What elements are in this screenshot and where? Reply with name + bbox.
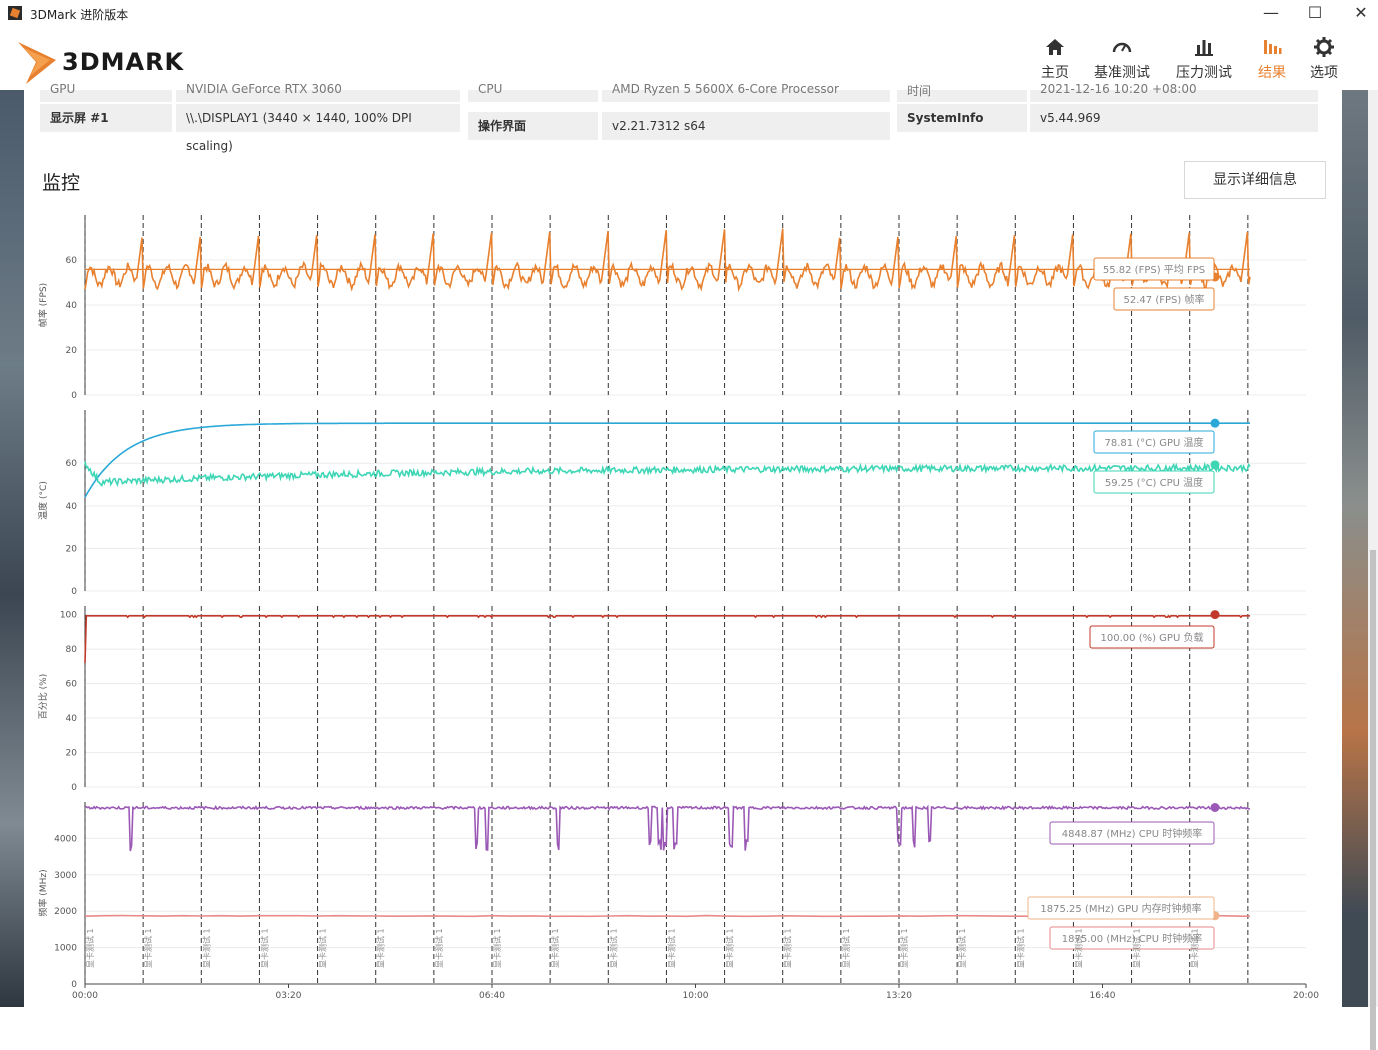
app-icon [8,6,22,20]
avg-fps-label: 55.82 (FPS) 平均 FPS [1103,264,1205,276]
chart-panel-3: 0 20 40 60 80 100 百分比 (%) 100.00 (%) GPU 负载 [37,606,1306,793]
y-axis-label: 频率 (MHz) [37,869,49,916]
x-tick-label: 13:20 [886,991,912,1001]
y-tick-label: 0 [71,391,77,401]
y-tick-label: 60 [66,256,78,266]
y-tick-label: 20 [66,544,78,554]
y-tick-label: 20 [66,346,78,356]
scrollbar[interactable] [1368,90,1378,1050]
loop-label: 显卡测试 1 [376,928,386,968]
maximize-button[interactable]: ☐ [1300,4,1330,24]
y-tick-label: 4000 [54,834,77,844]
loop-label: 显卡测试 1 [841,928,851,968]
x-tick-label: 03:20 [276,991,302,1001]
y-tick-label: 0 [71,783,77,793]
speedometer-icon [1112,42,1132,53]
x-tick-label: 10:00 [683,991,709,1001]
loop-label: 显卡测试 1 [434,928,444,968]
loop-label: 显卡测试 1 [899,928,909,968]
scrollbar-thumb[interactable] [1370,550,1376,1050]
y-axis-label: 温度 (°C) [37,481,49,520]
series-end-marker [1210,610,1220,620]
y-tick-label: 60 [66,459,78,469]
series-end-marker [1210,460,1220,470]
nav-home-label: 主页 [1041,65,1069,81]
gpu-temp-label: 78.81 (°C) GPU 温度 [1104,436,1203,449]
chart-panel-4: 0 1000 2000 3000 4000 频率 (MHz) 4848.87 (MHz) C… [37,802,1306,990]
nav-home[interactable]: 主页 [1032,36,1078,86]
nav-results[interactable]: 结果 [1252,36,1292,86]
logo-text: 3DMARK [62,48,185,76]
close-button[interactable]: ✕ [1346,4,1376,24]
series-end-marker [1210,803,1220,813]
results-panel: GPU NVIDIA GeForce RTX 3060 CPU AMD Ryze… [24,82,1342,1007]
bar-chart-icon [1195,40,1213,56]
fps-label: 52.47 (FPS) 帧率 [1124,293,1205,306]
series-end-marker [1210,418,1220,428]
fps-line [84,228,1251,293]
gpu-mem-clock-label: 1875.25 (MHz) GPU 内存时钟频率 [1040,902,1201,915]
y-tick-label: 40 [66,502,78,512]
background-artwork-right [1342,90,1368,1007]
loop-label: 显卡测试 1 [85,928,95,968]
loop-label: 显卡测试 1 [1073,928,1083,968]
loop-label: 显卡测试 1 [783,928,793,968]
3dmark-logo: 3DMARK [16,36,226,84]
nav-benchmarks[interactable]: 基准测试 [1090,36,1154,86]
minimize-button[interactable]: — [1256,4,1286,24]
y-tick-label: 80 [66,645,78,655]
loop-label: 显卡测试 1 [318,928,328,968]
logo-mark-icon [18,42,56,84]
loop-label: 显卡测试 1 [1132,928,1142,968]
loop-label: 显卡测试 1 [725,928,735,968]
loop-label: 显卡测试 1 [492,928,502,968]
y-tick-label: 60 [66,680,78,690]
x-tick-label: 16:40 [1090,991,1116,1001]
x-tick-label: 20:00 [1293,991,1319,1001]
nav-stress-tests-label: 压力测试 [1176,65,1232,81]
monitoring-charts: 0 20 40 60 帧率 (FPS) 55.82 (FPS) 平均 FPS 52.47 (… [37,215,1319,1001]
y-tick-label: 1000 [54,944,77,954]
loop-label: 显卡测试 1 [666,928,676,968]
loop-label: 显卡测试 1 [259,928,269,968]
results-icon [1264,40,1282,54]
chart-panel-2: 0 20 40 60 温度 (°C) 78.81 (°C) GPU 温度 59.25 (°C… [37,410,1306,597]
gear-icon [1314,37,1334,57]
loop-label: 显卡测试 1 [143,928,153,968]
y-axis-label: 帧率 (FPS) [37,283,49,327]
loop-label: 显卡测试 1 [1015,928,1025,968]
gpu-load-label: 100.00 (%) GPU 负载 [1101,631,1204,644]
cpu-temp-line [84,461,1251,488]
chart-panel-1: 0 20 40 60 帧率 (FPS) 55.82 (FPS) 平均 FPS 52.47 (… [37,215,1306,401]
cpu-clock-label: 4848.87 (MHz) CPU 时钟频率 [1062,827,1202,840]
x-tick-label: 00:00 [72,991,98,1001]
nav-options[interactable]: 选项 [1304,36,1344,86]
loop-label: 显卡测试 1 [957,928,967,968]
nav-results-label: 结果 [1258,65,1286,81]
app-header: 3DMARK 主页 基准测试 压力测试 结果 选项 [0,28,1378,90]
home-icon [1046,39,1064,55]
nav-stress-tests[interactable]: 压力测试 [1172,36,1236,86]
y-tick-label: 20 [66,749,78,759]
y-tick-label: 0 [71,980,77,990]
nav-benchmarks-label: 基准测试 [1094,65,1150,81]
y-tick-label: 40 [66,301,78,311]
y-tick-label: 0 [71,587,77,597]
y-tick-label: 2000 [54,907,77,917]
window-title: 3DMark 进阶版本 [30,8,129,22]
x-tick-label: 06:40 [479,991,505,1001]
y-tick-label: 100 [60,611,77,621]
loop-label: 显卡测试 1 [201,928,211,968]
background-artwork-left [0,90,24,1007]
cpu-temp-label: 59.25 (°C) CPU 温度 [1105,476,1203,489]
loop-label: 显卡测试 1 [550,928,560,968]
title-bar: 3DMark 进阶版本 — ☐ ✕ [0,0,1378,28]
loop-label: 显卡测试 1 [1190,928,1200,968]
loop-label: 显卡测试 1 [608,928,618,968]
y-axis-label: 百分比 (%) [37,674,49,719]
y-tick-label: 40 [66,714,78,724]
nav-options-label: 选项 [1310,65,1338,81]
y-tick-label: 3000 [54,871,77,881]
